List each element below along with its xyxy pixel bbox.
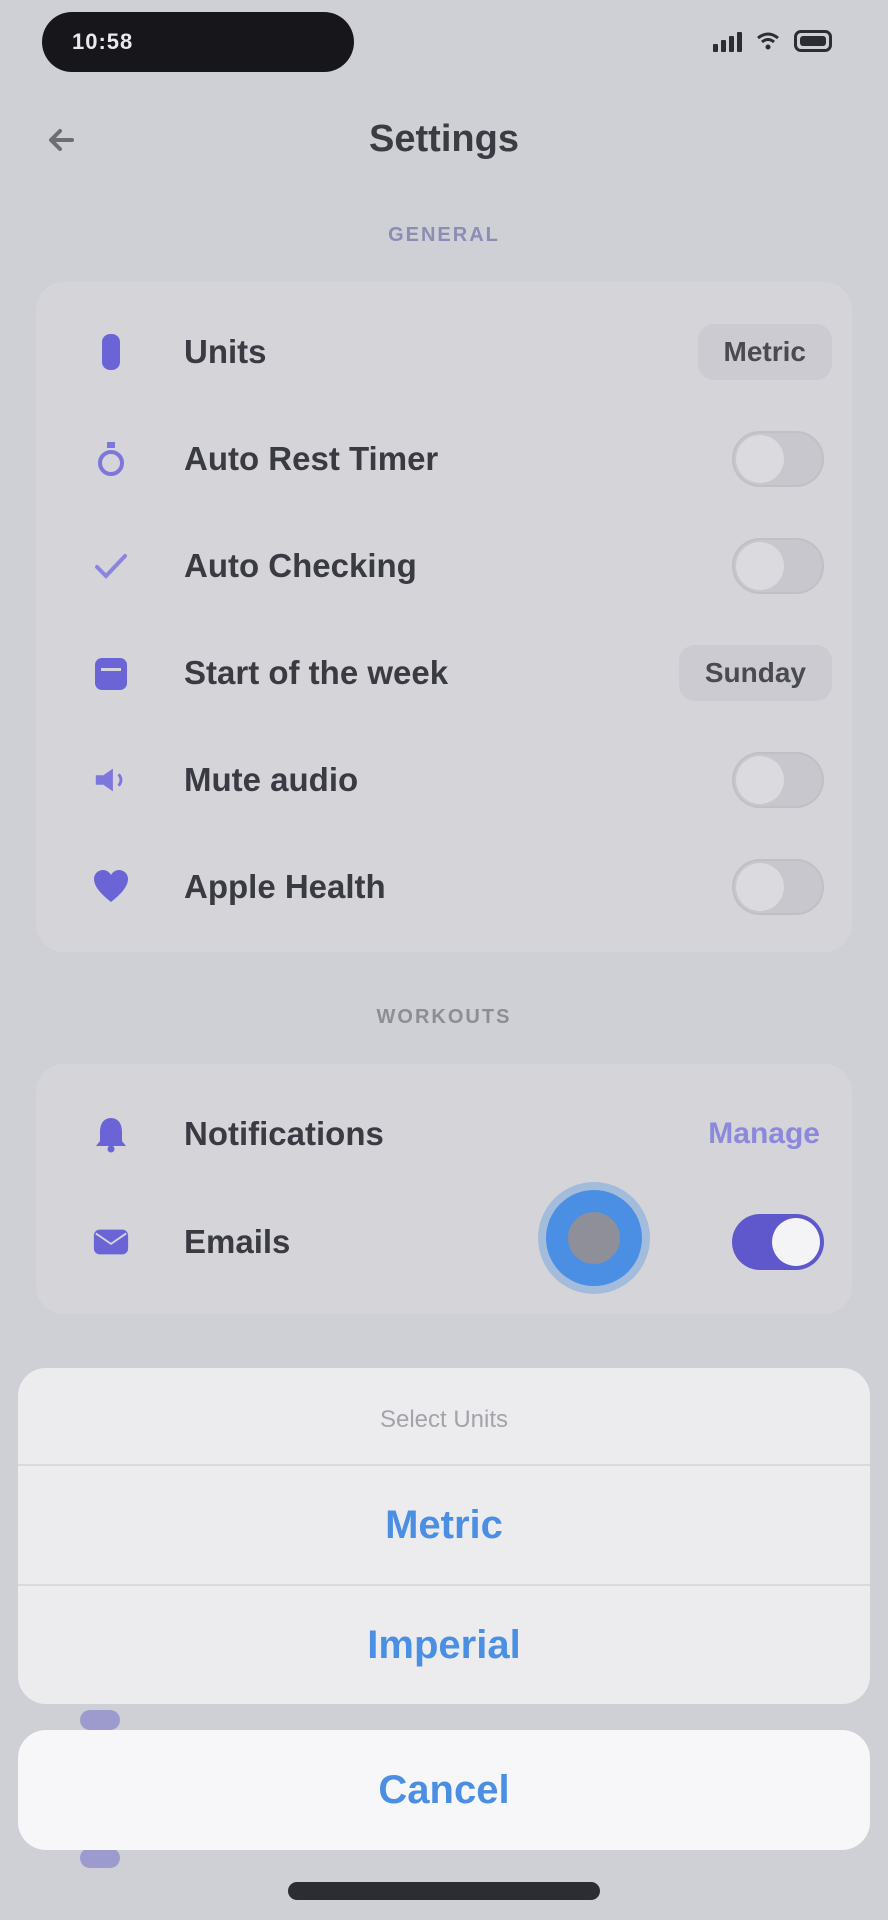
section-header-workouts: WORKOUTS [376,1006,512,1028]
signal-icon [713,30,742,52]
mail-icon [92,1223,130,1261]
start-of-week-value-chip[interactable]: Sunday [678,645,832,701]
emails-toggle[interactable] [732,1214,824,1270]
page-title: Settings [369,118,519,160]
cancel-button[interactable]: Cancel [18,1730,870,1850]
notifications-card: Notifications Manage Emails [36,1064,852,1314]
general-settings-card: Units Metric Auto Rest Timer Auto Checki… [36,282,852,952]
units-value-chip[interactable]: Metric [697,324,832,380]
row-label: Mute audio [184,761,359,798]
home-indicator [288,1882,600,1900]
apple-health-toggle[interactable] [732,859,824,915]
wifi-icon [756,32,780,50]
hidden-row-icon [80,1710,120,1730]
mute-audio-toggle[interactable] [732,752,824,808]
row-label: Auto Checking [184,547,417,584]
option-metric[interactable]: Metric [18,1464,870,1584]
row-label: Auto Rest Timer [184,440,439,477]
manage-link[interactable]: Manage [708,1117,820,1151]
row-label: Units [184,333,267,370]
bell-icon [92,1115,130,1153]
heart-icon [92,868,130,906]
option-imperial[interactable]: Imperial [18,1584,870,1704]
settings-row-notifications[interactable]: Notifications Manage [36,1082,852,1186]
units-action-sheet: Select Units Metric Imperial [18,1368,870,1704]
settings-row-units[interactable]: Units Metric [36,300,852,404]
row-label: Notifications [184,1115,384,1152]
row-label: Start of the week [184,654,449,691]
speaker-icon [92,761,130,799]
ruler-icon [92,333,130,371]
status-icons [713,30,832,52]
row-label: Emails [184,1223,291,1260]
status-time: 10:58 [72,29,134,54]
settings-row-emails: Emails [36,1190,852,1294]
settings-row-apple-health: Apple Health [36,835,852,939]
auto-checking-toggle[interactable] [732,538,824,594]
auto-rest-timer-toggle[interactable] [732,431,824,487]
settings-row-auto-rest-timer: Auto Rest Timer [36,407,852,511]
settings-row-mute-audio: Mute audio [36,728,852,832]
checkmark-icon [92,547,130,585]
action-sheet-title: Select Units [379,1406,509,1433]
calendar-icon [92,654,130,692]
row-label: Apple Health [184,868,386,905]
section-header-general: GENERAL [388,224,500,246]
status-time-pill: 10:58 [42,12,354,72]
settings-row-start-of-week[interactable]: Start of the week Sunday [36,621,852,725]
touch-indicator [546,1190,642,1286]
battery-icon [794,30,832,52]
hidden-row-icon [80,1848,120,1868]
settings-row-auto-checking: Auto Checking [36,514,852,618]
timer-icon [92,440,130,478]
